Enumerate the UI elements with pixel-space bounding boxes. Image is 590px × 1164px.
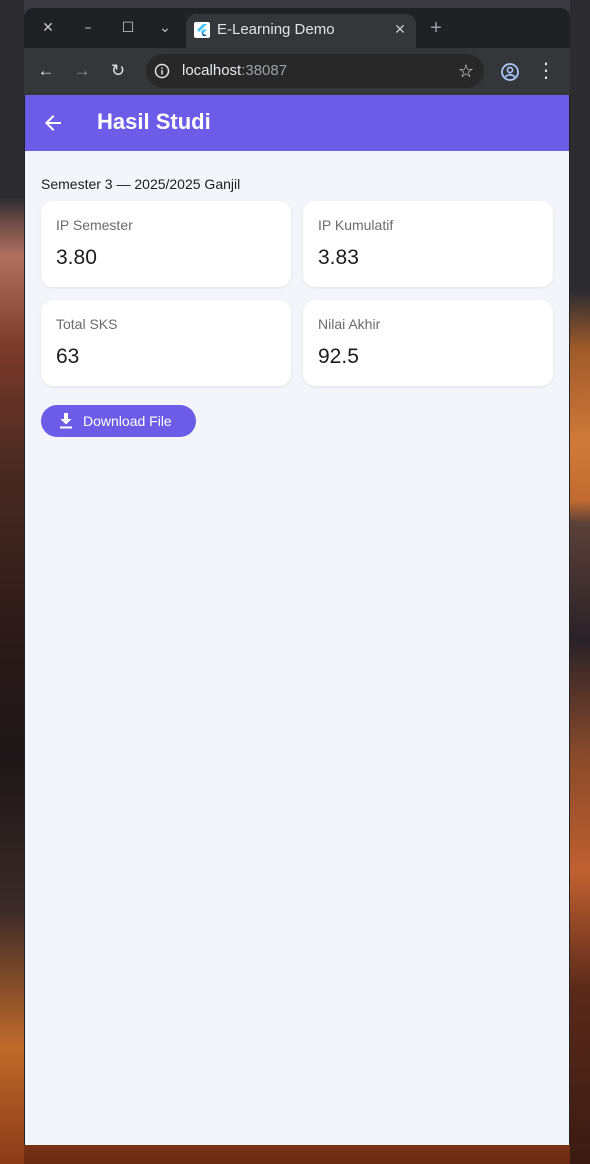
ip-semester-card: IP Semester 3.80	[41, 201, 291, 287]
download-icon	[60, 413, 72, 429]
card-label: Total SKS	[56, 316, 118, 332]
browser-window: ✕ – ☐ ⌄ E-Learning Demo ✕ + ← → ↻ localh…	[24, 8, 570, 1145]
bookmark-star-icon[interactable]: ☆	[454, 59, 478, 83]
tab-search-button[interactable]: ⌄	[151, 16, 179, 40]
card-label: IP Semester	[56, 217, 133, 233]
window-close-button[interactable]: ✕	[34, 16, 62, 40]
card-value: 63	[56, 345, 80, 368]
semester-label: Semester 3 — 2025/2025 Ganjil	[41, 176, 241, 192]
window-maximize-button[interactable]: ☐	[114, 16, 142, 40]
card-label: IP Kumulatif	[318, 217, 394, 233]
browser-toolbar: ← → ↻ localhost:38087 ☆ ⋮	[24, 48, 570, 95]
tab-title: E-Learning Demo	[217, 21, 335, 38]
tab-elearning-demo[interactable]: E-Learning Demo ✕	[186, 14, 416, 48]
desktop-wallpaper-right	[570, 0, 590, 1164]
browser-menu-button[interactable]: ⋮	[534, 59, 558, 83]
tab-strip: ✕ – ☐ ⌄ E-Learning Demo ✕ +	[24, 8, 570, 48]
site-info-icon[interactable]	[154, 63, 170, 79]
card-value: 3.83	[318, 246, 359, 269]
address-bar[interactable]: localhost:38087 ☆	[146, 54, 484, 88]
app-bar: Hasil Studi	[25, 95, 569, 151]
url-text[interactable]: localhost:38087	[182, 62, 287, 79]
forward-button[interactable]: →	[70, 59, 94, 83]
desktop-wallpaper-left	[0, 0, 24, 1164]
card-value: 3.80	[56, 246, 97, 269]
download-button-label: Download File	[83, 413, 172, 429]
url-port: :38087	[241, 62, 288, 79]
ip-kumulatif-card: IP Kumulatif 3.83	[303, 201, 553, 287]
app-page: Hasil Studi Semester 3 — 2025/2025 Ganji…	[25, 95, 569, 1145]
nilai-akhir-card: Nilai Akhir 92.5	[303, 300, 553, 386]
total-sks-card: Total SKS 63	[41, 300, 291, 386]
card-value: 92.5	[318, 345, 359, 368]
download-file-button[interactable]: Download File	[41, 405, 196, 437]
new-tab-button[interactable]: +	[424, 16, 448, 40]
url-host: localhost	[182, 62, 242, 79]
window-minimize-button[interactable]: –	[74, 16, 102, 40]
back-arrow-icon[interactable]	[41, 111, 65, 135]
profile-icon[interactable]	[500, 62, 520, 82]
card-label: Nilai Akhir	[318, 316, 381, 332]
flutter-favicon-icon	[194, 22, 210, 38]
page-title: Hasil Studi	[97, 109, 211, 134]
reload-button[interactable]: ↻	[106, 59, 130, 83]
back-button[interactable]: ←	[34, 59, 58, 83]
tab-close-button[interactable]: ✕	[390, 19, 410, 39]
